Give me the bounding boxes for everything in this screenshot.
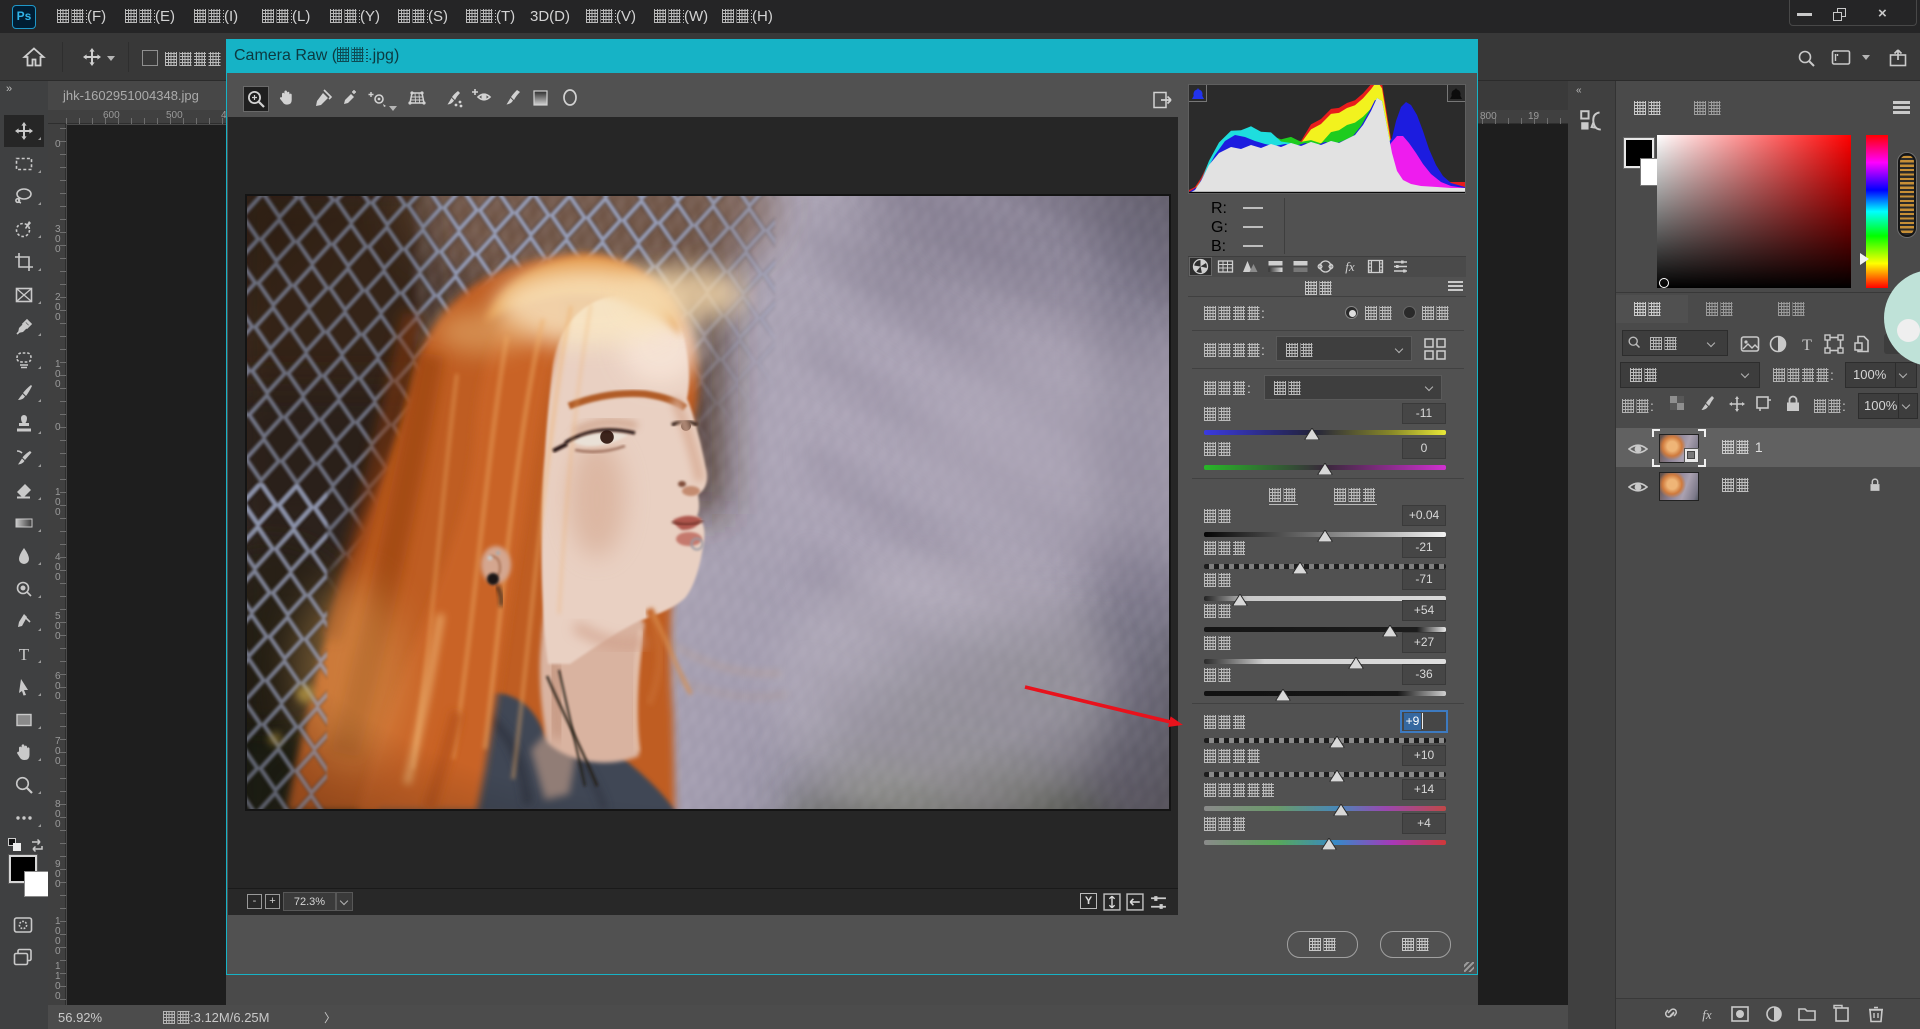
svg-text:fx: fx [1345,259,1355,274]
svg-text:fx: fx [1702,1007,1712,1022]
svg-text:T: T [1802,337,1812,354]
svg-text:T: T [19,645,30,664]
